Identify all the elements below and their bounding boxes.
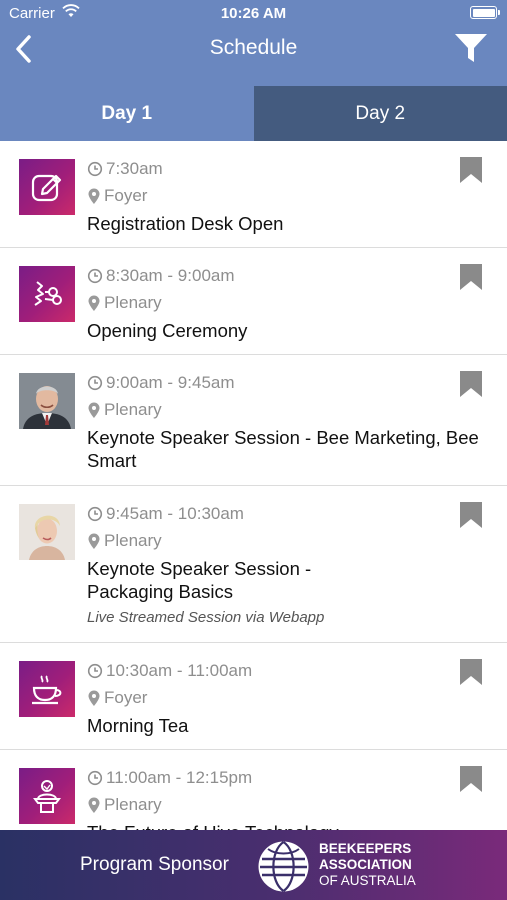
bookmark-icon[interactable]	[459, 370, 483, 398]
edit-icon	[19, 159, 75, 215]
session-item[interactable]: 11:00am - 12:15pm Plenary The Future of …	[0, 750, 507, 830]
location-pin-icon	[88, 402, 100, 418]
session-location: Plenary	[87, 531, 162, 551]
session-item[interactable]: 9:45am - 10:30am Plenary Keynote Speaker…	[0, 486, 507, 643]
session-location-text: Plenary	[104, 795, 162, 814]
sponsor-banner[interactable]: Program Sponsor BEEKEEPERS ASSOCIATION O…	[0, 830, 507, 900]
bookmark-icon[interactable]	[459, 765, 483, 793]
clock-icon	[87, 506, 103, 522]
location-pin-icon	[88, 533, 100, 549]
tab-day-2[interactable]: Day 2	[253, 86, 507, 141]
clock-icon	[87, 161, 103, 177]
session-location-text: Plenary	[104, 400, 162, 419]
session-location: Plenary	[87, 400, 162, 420]
page-title: Schedule	[209, 36, 298, 59]
clock-icon	[87, 375, 103, 391]
session-location: Plenary	[87, 795, 162, 815]
session-time: 10:30am - 11:00am	[87, 661, 252, 681]
session-time: 11:00am - 12:15pm	[87, 768, 252, 788]
session-location-text: Plenary	[104, 293, 162, 312]
session-title: The Future of Hive Technology	[87, 821, 482, 830]
location-pin-icon	[88, 295, 100, 311]
filter-button[interactable]	[451, 30, 491, 66]
session-time-text: 11:00am - 12:15pm	[106, 768, 253, 787]
ceremony-icon	[19, 266, 75, 322]
session-location: Plenary	[87, 293, 162, 313]
session-time: 7:30am	[87, 159, 163, 179]
session-location-text: Foyer	[104, 186, 148, 205]
coffee-cup-icon	[19, 661, 75, 717]
navigation-bar: Schedule	[0, 28, 507, 86]
session-title: Morning Tea	[87, 715, 189, 736]
session-title: Opening Ceremony	[87, 320, 248, 341]
session-title: Keynote Speaker Session - Bee Marketing,…	[87, 427, 479, 471]
day-tabs: Day 1 Day 2	[0, 86, 507, 141]
session-note: Live Streamed Session via Webapp	[87, 609, 325, 626]
top-bar: Carrier 10:26 AM Schedule	[0, 0, 507, 86]
session-time-text: 9:00am - 9:45am	[106, 373, 235, 392]
session-time: 9:00am - 9:45am	[87, 373, 235, 393]
session-location-text: Plenary	[104, 531, 162, 550]
session-location: Foyer	[87, 688, 147, 708]
status-bar: Carrier 10:26 AM	[0, 0, 507, 28]
session-time: 9:45am - 10:30am	[87, 504, 244, 524]
sponsor-name: BEEKEEPERS ASSOCIATION OF AUSTRALIA	[319, 841, 416, 889]
status-time: 10:26 AM	[220, 5, 287, 22]
session-location-text: Foyer	[104, 688, 148, 707]
session-time-text: 9:45am - 10:30am	[106, 504, 244, 523]
session-time-text: 8:30am - 9:00am	[106, 266, 235, 285]
sponsor-name-line2: ASSOCIATION	[319, 857, 412, 872]
location-pin-icon	[88, 797, 100, 813]
bookmark-icon[interactable]	[459, 501, 483, 529]
location-pin-icon	[88, 690, 100, 706]
location-pin-icon	[88, 188, 100, 204]
filter-icon	[455, 34, 487, 62]
session-time-text: 7:30am	[106, 159, 163, 178]
bookmark-icon[interactable]	[459, 658, 483, 686]
session-list[interactable]: 7:30am Foyer Registration Desk Open 8:30…	[0, 141, 507, 830]
podium-speaker-icon	[19, 768, 75, 824]
session-item[interactable]: 9:00am - 9:45am Plenary Keynote Speaker …	[0, 355, 507, 486]
session-time-text: 10:30am - 11:00am	[106, 661, 253, 680]
clock-icon	[87, 663, 103, 679]
battery-icon	[470, 6, 500, 19]
session-location: Foyer	[87, 186, 147, 206]
session-item[interactable]: 7:30am Foyer Registration Desk Open	[0, 141, 507, 248]
speaker-photo-man	[19, 373, 75, 429]
bookmark-icon[interactable]	[459, 156, 483, 184]
clock-icon	[87, 268, 103, 284]
tab-day-1[interactable]: Day 1	[0, 86, 254, 141]
speaker-photo-woman	[19, 504, 75, 560]
globe-logo-icon	[258, 841, 309, 892]
session-item[interactable]: 10:30am - 11:00am Foyer Morning Tea	[0, 643, 507, 750]
sponsor-name-line3: OF AUSTRALIA	[319, 873, 416, 888]
session-title: Registration Desk Open	[87, 213, 284, 234]
session-time: 8:30am - 9:00am	[87, 266, 235, 286]
bookmark-icon[interactable]	[459, 263, 483, 291]
back-button[interactable]	[6, 32, 40, 66]
session-title: Keynote Speaker Session - Packaging Basi…	[87, 558, 312, 602]
session-item[interactable]: 8:30am - 9:00am Plenary Opening Ceremony	[0, 248, 507, 355]
sponsor-name-line1: BEEKEEPERS	[319, 841, 412, 856]
clock-icon	[87, 770, 103, 786]
sponsor-label: Program Sponsor	[80, 854, 229, 875]
chevron-left-icon	[16, 35, 31, 63]
